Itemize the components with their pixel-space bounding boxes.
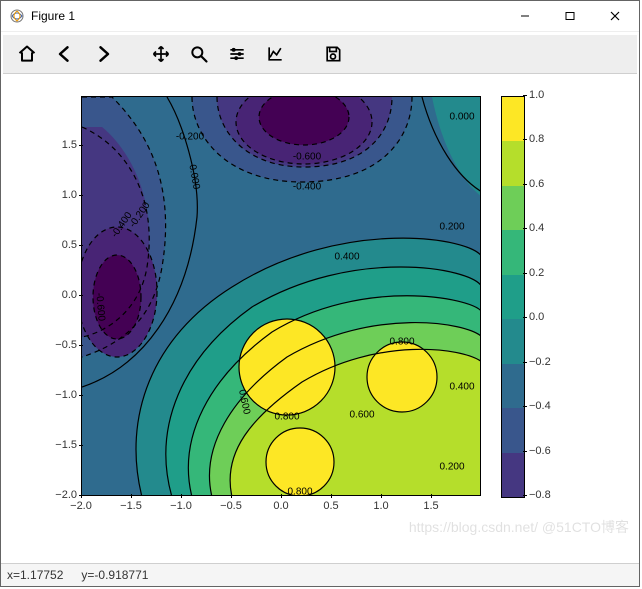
y-tick: 1.0 bbox=[41, 189, 77, 201]
contour-label: 0.200 bbox=[438, 222, 465, 233]
x-tick: −1.0 bbox=[161, 500, 201, 512]
mpl-toolbar bbox=[3, 34, 637, 74]
colorbar-tick: 0.0 bbox=[529, 311, 544, 323]
x-tick: 0.0 bbox=[261, 500, 301, 512]
contour-label: 0.400 bbox=[448, 382, 475, 393]
axes: 0.000 0.200 0.400 0.800 0.800 0.600 0.80… bbox=[81, 96, 481, 496]
contour-label: -0.600 bbox=[292, 152, 322, 163]
pan-button[interactable] bbox=[143, 38, 179, 70]
contour-label: 0.000 bbox=[448, 112, 475, 123]
x-tick: 1.5 bbox=[411, 500, 451, 512]
colorbar-tick: −0.6 bbox=[529, 445, 551, 457]
subplots-button[interactable] bbox=[219, 38, 255, 70]
contour-label: 0.600 bbox=[348, 410, 375, 421]
watermark: https://blog.csdn.net/ @51CTO博客 bbox=[409, 517, 629, 537]
y-tick: 0.5 bbox=[41, 239, 77, 251]
close-button[interactable] bbox=[592, 1, 637, 31]
figure-window: Figure 1 bbox=[0, 0, 640, 587]
cursor-y: y=-0.918771 bbox=[81, 568, 148, 582]
x-tick: −0.5 bbox=[211, 500, 251, 512]
app-icon bbox=[9, 8, 25, 24]
y-tick: 0.0 bbox=[41, 289, 77, 301]
contour-label: -0.400 bbox=[292, 182, 322, 193]
plot-canvas[interactable]: 0.000 0.200 0.400 0.800 0.800 0.600 0.80… bbox=[1, 76, 639, 563]
colorbar-tick: −0.2 bbox=[529, 356, 551, 368]
colorbar-tick: 0.2 bbox=[529, 267, 544, 279]
colorbar-tick: 0.8 bbox=[529, 133, 544, 145]
x-tick: −1.5 bbox=[111, 500, 151, 512]
y-tick: −1.0 bbox=[41, 389, 77, 401]
contour-label: 0.200 bbox=[438, 462, 465, 473]
window-title: Figure 1 bbox=[31, 9, 75, 23]
maximize-button[interactable] bbox=[547, 1, 592, 31]
contour-label: 0.800 bbox=[388, 337, 415, 348]
edit-axes-button[interactable] bbox=[257, 38, 293, 70]
contour-label: 0.400 bbox=[333, 252, 360, 263]
contour-label: -0.200 bbox=[175, 132, 205, 143]
y-tick: −0.5 bbox=[41, 339, 77, 351]
contour-label: 0.800 bbox=[273, 412, 300, 423]
zoom-button[interactable] bbox=[181, 38, 217, 70]
cursor-x: x=1.17752 bbox=[7, 568, 63, 582]
colorbar bbox=[501, 96, 525, 498]
title-bar: Figure 1 bbox=[1, 1, 639, 32]
y-tick: −1.5 bbox=[41, 439, 77, 451]
home-button[interactable] bbox=[9, 38, 45, 70]
x-tick: −2.0 bbox=[61, 500, 101, 512]
contour-label: 0.800 bbox=[286, 487, 313, 497]
status-bar: x=1.17752 y=-0.918771 bbox=[1, 563, 639, 586]
y-tick: 1.5 bbox=[41, 139, 77, 151]
colorbar-tick: 1.0 bbox=[529, 89, 544, 101]
minimize-button[interactable] bbox=[502, 1, 547, 31]
x-tick: 1.0 bbox=[361, 500, 401, 512]
colorbar-tick: −0.8 bbox=[529, 489, 551, 501]
back-button[interactable] bbox=[47, 38, 83, 70]
x-tick: 0.5 bbox=[311, 500, 351, 512]
forward-button[interactable] bbox=[85, 38, 121, 70]
colorbar-tick: 0.4 bbox=[529, 222, 544, 234]
save-button[interactable] bbox=[315, 38, 351, 70]
colorbar-tick: 0.6 bbox=[529, 178, 544, 190]
colorbar-tick: −0.4 bbox=[529, 400, 551, 412]
